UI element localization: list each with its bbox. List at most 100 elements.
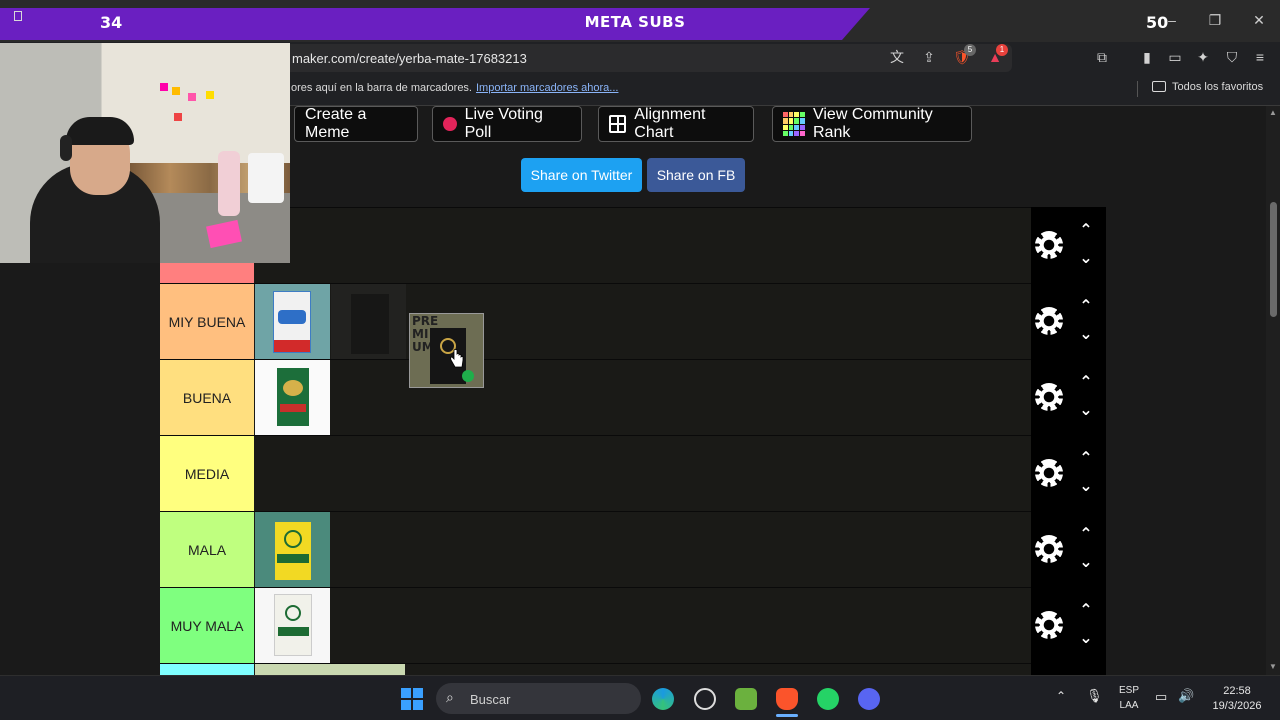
wallet-icon[interactable]: ▭ [1165, 47, 1185, 67]
scroll-down-icon[interactable]: ▼ [1268, 662, 1278, 672]
language-bottom[interactable]: LAA [1116, 700, 1142, 711]
wall-notes [150, 73, 240, 143]
screen: 34 META SUBS 50 – ❐ ✕ maker.com/create/y… [0, 0, 1280, 720]
vpn-icon[interactable]: ⛉ [1222, 47, 1242, 67]
chevron-up-icon[interactable]: ⌃ [1076, 298, 1096, 314]
tier-label[interactable]: MALA [160, 512, 254, 587]
screenshot-icon[interactable]: ⧉ [1092, 47, 1112, 67]
tier-control: ⌃ ⌄ [1031, 511, 1106, 587]
discord-icon[interactable] [858, 688, 880, 710]
bookmarks-prompt: ores aquí en la barra de marcadores. Impo… [291, 82, 619, 94]
tier-label[interactable]: MUY MALA [160, 588, 254, 663]
search-icon: ⌕ [446, 689, 454, 705]
record-dot-icon [443, 117, 457, 131]
restore-icon[interactable]: ❐ [1200, 8, 1230, 32]
tier-control: ⌃ ⌄ [1031, 587, 1106, 663]
tier-label[interactable] [160, 664, 254, 675]
create-meme-button[interactable]: Create a Meme [294, 106, 418, 142]
yerba-package [274, 594, 312, 656]
url-text[interactable]: maker.com/create/yerba-mate-17683213 [292, 51, 527, 66]
minimize-icon[interactable]: – [1157, 8, 1187, 32]
folder-icon [1152, 81, 1166, 92]
chevron-up-icon[interactable]: ⌃ [1076, 450, 1096, 466]
tray-overflow-icon[interactable]: ⌃ [1056, 689, 1066, 703]
overlay-left-count: 34 [100, 13, 123, 32]
chevron-down-icon[interactable]: ⌄ [1076, 402, 1096, 418]
import-bookmarks-link[interactable]: Importar marcadores ahora... [476, 82, 618, 94]
chevron-down-icon[interactable]: ⌄ [1076, 554, 1096, 570]
tier-control: ⌃ ⌄ [1031, 207, 1106, 283]
dragged-item[interactable]: PRE MI UM [409, 313, 484, 388]
chevron-down-icon[interactable]: ⌄ [1076, 250, 1096, 266]
hand-cursor-icon [450, 349, 464, 368]
tier-label[interactable]: BUENA [160, 360, 254, 435]
tier-row: MALA [160, 511, 1031, 587]
scroll-thumb[interactable] [1270, 202, 1277, 317]
chevron-up-icon[interactable]: ⌃ [1076, 374, 1096, 390]
edge-icon[interactable] [652, 688, 674, 710]
share-icon[interactable]: ⇪ [919, 47, 939, 67]
chevron-down-icon[interactable]: ⌄ [1076, 326, 1096, 342]
gear-icon[interactable] [1035, 459, 1063, 487]
gear-icon[interactable] [1035, 535, 1063, 563]
chevron-up-icon[interactable]: ⌃ [1076, 526, 1096, 542]
alert-badge: 1 [996, 44, 1008, 56]
clock-date[interactable]: 19/3/2026 [1204, 700, 1270, 712]
microphone-icon[interactable]: 🎙 [1086, 688, 1103, 704]
brave-icon[interactable] [776, 688, 798, 710]
chevron-up-icon[interactable]: ⌃ [1076, 222, 1096, 238]
tier-item[interactable] [255, 360, 330, 435]
clock-time[interactable]: 22:58 [1204, 685, 1270, 697]
overlay-banner [0, 8, 870, 40]
gear-icon[interactable] [1035, 383, 1063, 411]
chevron-down-icon[interactable]: ⌄ [1076, 478, 1096, 494]
yerba-package [273, 291, 311, 353]
page-scrollbar[interactable]: ▲ ▼ [1266, 106, 1280, 675]
chevron-up-icon[interactable]: ⌃ [1076, 602, 1096, 618]
translate-icon[interactable]: 文 [887, 47, 907, 67]
windows-start-icon[interactable] [401, 688, 423, 710]
taskbar: ⌕ Buscar ⌃ 🎙 ESP LAA ▭ 🔊 22:58 19/3/2026 [0, 675, 1280, 720]
tier-label[interactable]: MEDIA [160, 436, 254, 511]
volume-icon[interactable]: 🔊 [1178, 688, 1194, 704]
whatsapp-icon[interactable] [817, 688, 839, 710]
alignment-chart-button[interactable]: Alignment Chart [598, 106, 754, 142]
obs-icon[interactable] [694, 688, 716, 710]
tier-item-ghost [331, 284, 406, 359]
bookmarks-divider [1137, 81, 1138, 97]
tier-label[interactable]: MIY BUENA [160, 284, 254, 359]
tier-control: ⌃ ⌄ [1031, 283, 1106, 359]
headphones-icon [60, 135, 72, 161]
menu-icon[interactable]: ≡ [1250, 47, 1270, 67]
tier-control: ⌃ ⌄ [1031, 435, 1106, 511]
tier-row [160, 207, 1031, 283]
tier-item[interactable] [255, 512, 330, 587]
yerba-package [275, 522, 311, 580]
tier-row: MEDIA [160, 435, 1031, 511]
tier-item[interactable] [255, 284, 330, 359]
gear-icon[interactable] [1035, 231, 1063, 259]
live-voting-button[interactable]: Live Voting Poll [432, 106, 582, 142]
leo-icon[interactable]: ✦ [1193, 47, 1213, 67]
yerba-package [277, 368, 309, 426]
language-top[interactable]: ESP [1116, 685, 1142, 696]
mosaic-icon [783, 112, 805, 136]
chevron-down-icon[interactable]: ⌄ [1076, 630, 1096, 646]
android-studio-icon[interactable] [735, 688, 757, 710]
close-icon[interactable]: ✕ [1244, 8, 1274, 32]
share-fb-button[interactable]: Share on FB [647, 158, 745, 192]
gear-icon[interactable] [1035, 307, 1063, 335]
shield-badge: 5 [964, 44, 976, 56]
gear-icon[interactable] [1035, 611, 1063, 639]
overlay-title: META SUBS [584, 13, 686, 31]
all-favorites[interactable]: Todos los favoritos [1152, 81, 1263, 93]
tier-row: MUY MALA [160, 587, 1031, 663]
scroll-up-icon[interactable]: ▲ [1268, 108, 1278, 118]
tier-item[interactable] [255, 588, 330, 663]
community-rank-button[interactable]: View Community Rank [772, 106, 972, 142]
network-icon[interactable]: ▭ [1155, 689, 1167, 705]
taskbar-search[interactable]: ⌕ [436, 683, 641, 714]
stream-overlay-bar: 34 META SUBS 50 – ❐ ✕ [0, 0, 1280, 42]
share-twitter-button[interactable]: Share on Twitter [521, 158, 642, 192]
sidebar-icon[interactable]: ▮ [1137, 47, 1157, 67]
